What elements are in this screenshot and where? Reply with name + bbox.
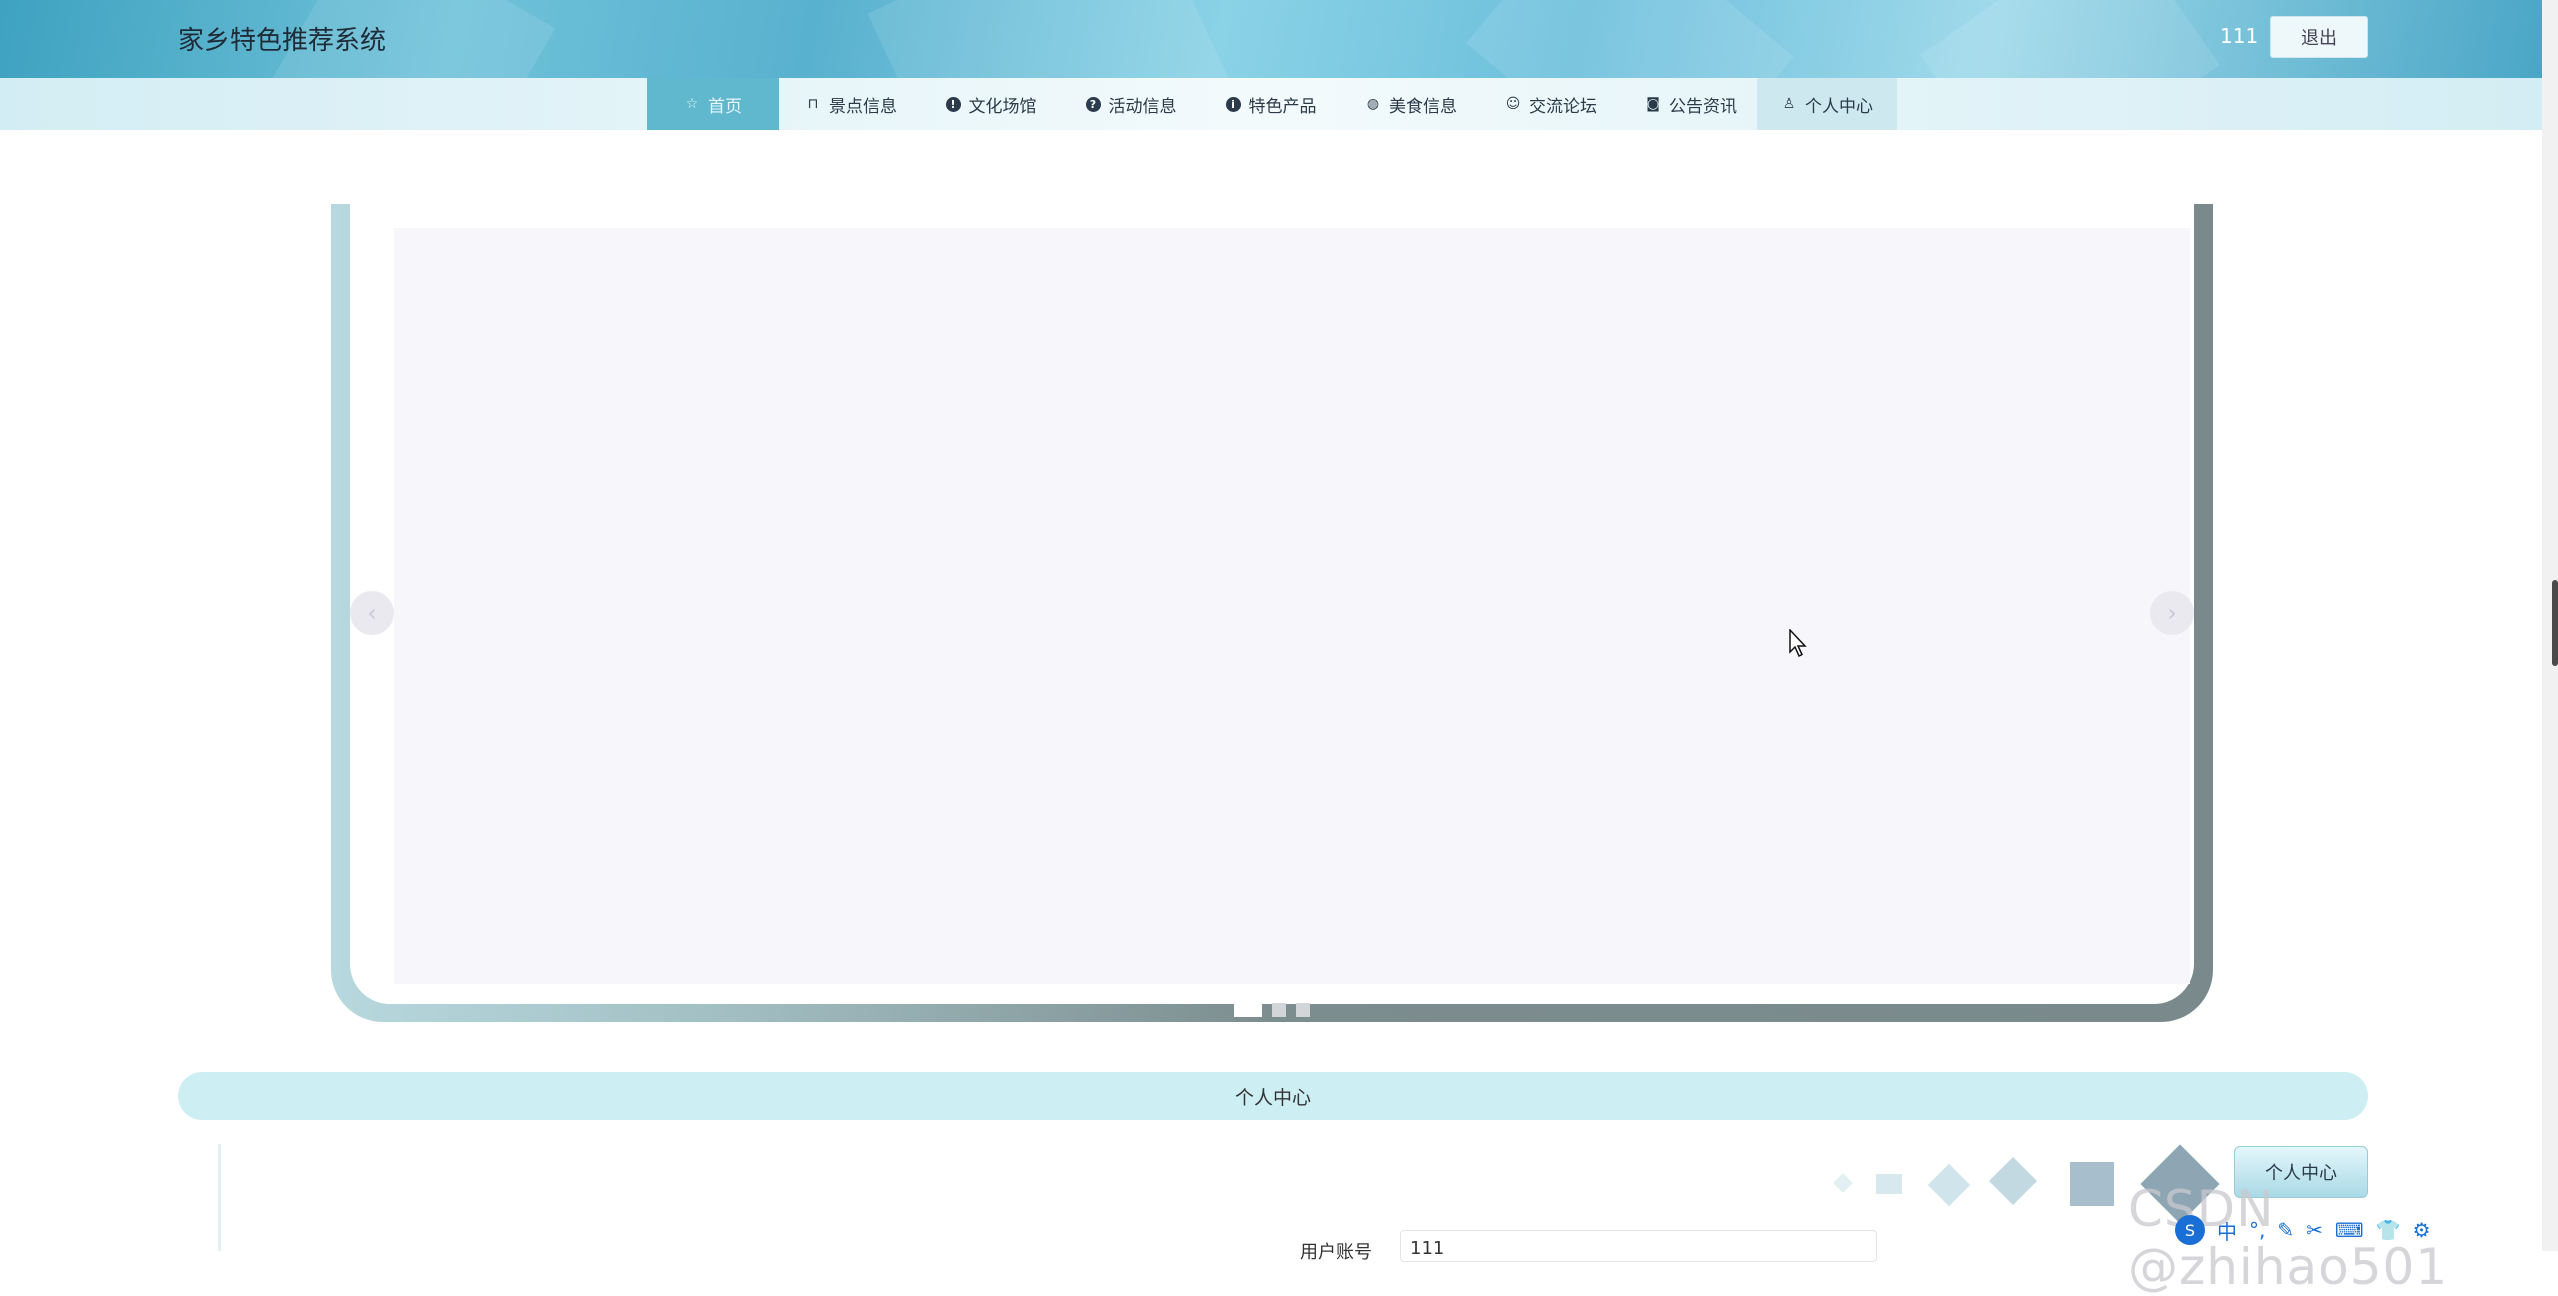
mouse-cursor-icon [1789, 629, 1807, 658]
nav-home[interactable]: ☆ 首页 [647, 78, 779, 130]
carousel-frame [331, 204, 2213, 1022]
logout-button[interactable]: 退出 [2270, 16, 2368, 58]
section-divider [218, 1144, 221, 1251]
ime-keyboard-icon[interactable]: ⌨ [2335, 1218, 2364, 1242]
question-circle-icon: ? [1085, 96, 1101, 112]
ime-mode[interactable]: 中 [2217, 1216, 2237, 1245]
decor-diamond [1927, 1163, 1971, 1207]
nav-specialty-products[interactable]: i 特色产品 [1210, 78, 1332, 130]
nav-attractions[interactable]: ⊓ 景点信息 [790, 78, 912, 130]
username-label: 111 [2220, 24, 2259, 48]
main-nav: ☆ 首页 ⊓ 景点信息 ! 文化场馆 ? 活动信息 i 特色产品 ◍ 美食信息 … [0, 78, 2542, 130]
site-header: 家乡特色推荐系统 111 退出 [0, 0, 2542, 78]
nav-profile[interactable]: ♙ 个人中心 [1757, 78, 1897, 130]
star-icon: ☆ [685, 96, 699, 112]
nav-food[interactable]: ◍ 美食信息 [1350, 78, 1472, 130]
nav-label: 公告资讯 [1669, 96, 1737, 117]
ime-skin-icon[interactable]: 👕 [2376, 1218, 2401, 1242]
ime-toolbar: S 中 °, ✎ ✂ ⌨ 👕 ⚙ [2175, 1215, 2431, 1245]
carousel-slide[interactable] [394, 228, 2190, 984]
nav-forum[interactable]: ☺ 交流论坛 [1490, 78, 1612, 130]
carousel-next-button[interactable]: › [2150, 591, 2194, 635]
info-circle-icon: i [1225, 96, 1241, 112]
nav-label: 美食信息 [1389, 96, 1457, 117]
page-scrollbar-thumb[interactable] [2552, 580, 2558, 666]
carousel-dot[interactable] [1272, 1003, 1286, 1017]
nav-activities[interactable]: ? 活动信息 [1070, 78, 1192, 130]
ime-punct-icon[interactable]: °, [2249, 1218, 2265, 1242]
carousel-prev-button[interactable]: ‹ [350, 591, 394, 635]
decor-square [1876, 1174, 1902, 1194]
section-title-bar: 个人中心 [178, 1072, 2368, 1120]
decor-diamond [1833, 1173, 1853, 1193]
carousel-dot[interactable] [1234, 1003, 1262, 1017]
bag-icon: ⊓ [807, 96, 819, 112]
carousel-inner [350, 204, 2194, 1004]
ime-pen-icon[interactable]: ✎ [2277, 1218, 2294, 1242]
nav-culture-venues[interactable]: ! 文化场馆 [930, 78, 1052, 130]
site-title: 家乡特色推荐系统 [178, 26, 387, 56]
account-field[interactable] [1400, 1230, 1877, 1262]
decor-square [2070, 1162, 2114, 1206]
decor-diamond [1988, 1156, 2038, 1206]
carousel-dot[interactable] [1296, 1003, 1310, 1017]
nav-label: 首页 [708, 96, 742, 117]
smile-icon: ☺ [1505, 96, 1521, 112]
nav-label: 景点信息 [829, 96, 897, 117]
globe-icon: ◍ [1366, 96, 1380, 112]
ime-settings-icon[interactable]: ⚙ [2413, 1218, 2431, 1242]
nav-label: 活动信息 [1108, 96, 1177, 117]
ime-logo-icon[interactable]: S [2175, 1215, 2205, 1245]
nav-announcements[interactable]: ◙ 公告资讯 [1630, 78, 1752, 130]
account-value: 111 [1410, 1238, 1445, 1259]
nav-label: 个人中心 [1805, 96, 1873, 117]
camera-icon: ◙ [1646, 96, 1660, 112]
nav-label: 文化场馆 [968, 96, 1037, 117]
nav-label: 特色产品 [1248, 96, 1317, 117]
nav-label: 交流论坛 [1529, 96, 1597, 117]
ime-scissors-icon[interactable]: ✂ [2306, 1218, 2323, 1242]
account-label: 用户账号 [1300, 1242, 1372, 1263]
exclamation-circle-icon: ! [945, 96, 961, 112]
user-icon: ♙ [1782, 96, 1796, 112]
